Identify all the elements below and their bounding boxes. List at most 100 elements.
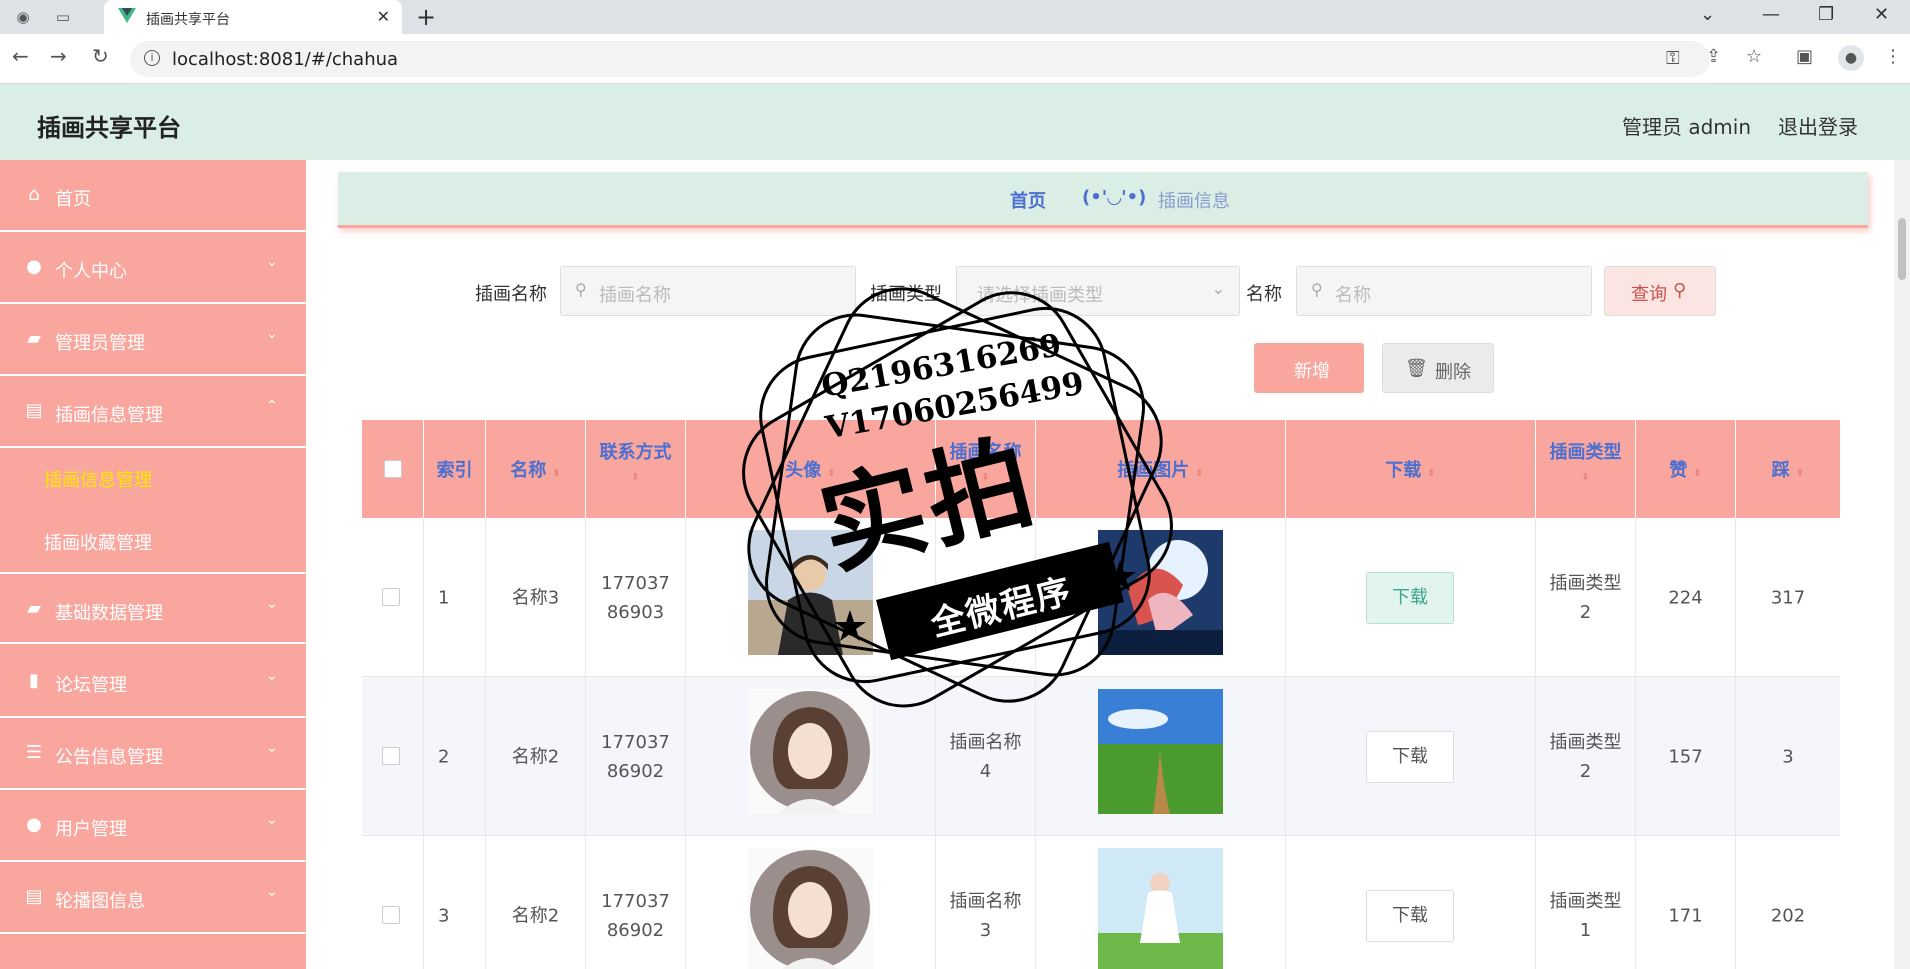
- url-field[interactable]: i localhost:8081/#/chahua ⚿: [130, 41, 1710, 77]
- name-value: 名称2: [511, 746, 560, 767]
- table-row[interactable]: 2 名称2 17703786902 插画名称4 下载 插画类型2 157 3: [362, 677, 1840, 836]
- sidebar-item-base-data[interactable]: ▰ 基础数据管理 ⌄: [0, 572, 306, 644]
- delete-button-label: 删除: [1435, 362, 1471, 383]
- sidebar-item-illustration[interactable]: ▤ 插画信息管理 ⌃: [0, 376, 306, 448]
- back-icon[interactable]: ←: [12, 44, 29, 68]
- column-header-illustration-name[interactable]: 插画名称 ⬍: [936, 420, 1036, 518]
- cell-likes: 224: [1636, 518, 1736, 677]
- sort-icon[interactable]: ⬍: [552, 468, 560, 479]
- sidebar-item-forum[interactable]: ▮ 论坛管理 ⌄: [0, 646, 306, 718]
- sidebar-item-label: 轮播图信息: [55, 891, 145, 912]
- sidebar-item-personal-center[interactable]: ● 个人中心 ⌄: [0, 232, 306, 304]
- avatar-image: [748, 530, 873, 655]
- type-value: 插画类型2: [1549, 731, 1622, 782]
- illustration-name-value: 插画名称: [949, 587, 1022, 608]
- download-button[interactable]: 下载: [1366, 890, 1454, 942]
- cell-index: 1: [424, 518, 486, 677]
- menu-icon[interactable]: ⋮: [1884, 46, 1902, 67]
- column-header-type[interactable]: 插画类型 ⬍: [1536, 420, 1636, 518]
- column-header-phone[interactable]: 联系方式 ⬍: [586, 420, 686, 518]
- bar-chart-icon: ▮: [29, 670, 39, 691]
- download-button[interactable]: 下载: [1366, 572, 1454, 624]
- name-input[interactable]: ⚲ 名称: [1296, 266, 1592, 316]
- column-header-avatar[interactable]: 头像 ⬍: [686, 420, 936, 518]
- illustration-image: [1098, 848, 1223, 969]
- scrollbar-thumb[interactable]: [1898, 218, 1906, 280]
- page-scrollbar[interactable]: [1894, 160, 1910, 969]
- star-icon[interactable]: ☆: [1746, 46, 1762, 67]
- sidebar-item-home[interactable]: ⌂ 首页: [0, 160, 306, 232]
- column-header-illustration-image[interactable]: 插画图片 ⬍: [1036, 420, 1286, 518]
- row-checkbox[interactable]: [382, 906, 400, 924]
- sort-icon[interactable]: ⬍: [586, 472, 685, 483]
- share-icon[interactable]: ⇪: [1706, 46, 1721, 67]
- column-header-name[interactable]: 名称 ⬍: [486, 420, 586, 518]
- window-close-icon[interactable]: ✕: [1874, 4, 1889, 25]
- sidebar-item-users[interactable]: ● 用户管理 ⌄: [0, 790, 306, 862]
- sidebar-subitem-illustration-info[interactable]: 插画信息管理: [0, 446, 306, 509]
- chevron-down-icon: ⌄: [266, 668, 278, 684]
- sidebar-subitem-illustration-favorites[interactable]: 插画收藏管理: [0, 509, 306, 572]
- site-info-icon[interactable]: i: [144, 50, 160, 66]
- add-button[interactable]: 新增: [1254, 343, 1364, 393]
- row-checkbox[interactable]: [382, 747, 400, 765]
- new-tab-icon[interactable]: +: [416, 3, 436, 31]
- column-header-label: 头像: [785, 460, 822, 481]
- sidebar-item-notice[interactable]: ☰ 公告信息管理 ⌄: [0, 718, 306, 790]
- avatar-image: [748, 689, 873, 814]
- sidebar-item-label: 基础数据管理: [55, 603, 163, 624]
- illustration-name-input[interactable]: ⚲ 插画名称: [560, 266, 856, 316]
- browser-tab[interactable]: 插画共享平台 ✕: [104, 0, 402, 34]
- download-button[interactable]: 下载: [1366, 731, 1454, 783]
- column-header-likes[interactable]: 赞 ⬍: [1636, 420, 1736, 518]
- sort-icon[interactable]: ⬍: [1195, 468, 1203, 479]
- sidebar-panel-icon[interactable]: ▣: [1796, 46, 1813, 67]
- cell-download: 下载: [1286, 836, 1536, 969]
- cell-phone: 17703786902: [586, 677, 686, 836]
- search-icon: ⚲: [1673, 280, 1687, 301]
- cell-select: [362, 677, 424, 836]
- column-header-label: 插画图片: [1117, 460, 1190, 481]
- breadcrumb-home[interactable]: 首页: [1010, 187, 1046, 213]
- table-row[interactable]: 3 名称2 17703786902 插画名称3 下载 插画类型1 171 202: [362, 836, 1840, 969]
- illustration-type-select[interactable]: 请选择插画类型 ⌄: [956, 266, 1240, 316]
- current-user: 管理员 admin: [1622, 115, 1752, 139]
- key-icon[interactable]: ⚿: [1666, 48, 1680, 69]
- sort-icon[interactable]: ⬍: [936, 472, 1035, 483]
- sort-icon[interactable]: ⬍: [1427, 468, 1435, 479]
- close-tab-icon[interactable]: ✕: [377, 7, 390, 26]
- profile-icon[interactable]: ●: [1838, 45, 1864, 71]
- tab-group-icon[interactable]: ▭: [52, 6, 74, 28]
- logout-link[interactable]: 退出登录: [1778, 111, 1858, 140]
- sort-icon[interactable]: ⬍: [827, 468, 835, 479]
- column-header-dislikes[interactable]: 踩 ⬍: [1736, 420, 1840, 518]
- sort-icon[interactable]: ⬍: [1796, 468, 1804, 479]
- query-button[interactable]: 查询 ⚲: [1604, 266, 1716, 316]
- chevron-down-icon: ⌄: [266, 254, 278, 270]
- restore-icon[interactable]: ❐: [1818, 4, 1834, 25]
- cell-illustration-name: 插画名称4: [936, 677, 1036, 836]
- column-header-index[interactable]: 索引: [424, 420, 486, 518]
- cell-likes: 157: [1636, 677, 1736, 836]
- sidebar-item-carousel[interactable]: ▤ 轮播图信息 ⌄: [0, 862, 306, 934]
- minimize-icon[interactable]: —: [1762, 4, 1780, 25]
- sidebar-item-label: 个人中心: [55, 261, 127, 282]
- input-placeholder: 名称: [1335, 285, 1371, 306]
- sort-icon[interactable]: ⬍: [1536, 472, 1635, 483]
- delete-button[interactable]: 🗑 删除: [1382, 343, 1494, 393]
- cell-likes: 171: [1636, 836, 1736, 969]
- app-header: 插画共享平台 管理员 admin 退出登录: [0, 84, 1910, 160]
- cell-download: 下载: [1286, 518, 1536, 677]
- illustration-image: [1098, 689, 1223, 814]
- column-header-download[interactable]: 下载 ⬍: [1286, 420, 1536, 518]
- globe-icon[interactable]: ◉: [12, 6, 34, 28]
- reload-icon[interactable]: ↻: [92, 44, 109, 68]
- forward-icon[interactable]: →: [50, 44, 67, 68]
- sort-icon[interactable]: ⬍: [1693, 468, 1701, 479]
- row-checkbox[interactable]: [382, 588, 400, 606]
- sidebar-item-admin[interactable]: ▰ 管理员管理 ⌄: [0, 304, 306, 376]
- phone-value: 17703786903: [601, 572, 670, 623]
- select-all-checkbox[interactable]: [384, 460, 402, 478]
- chevron-down-icon[interactable]: ⌄: [1700, 4, 1715, 25]
- table-row[interactable]: 1 名称3 17703786903 插画名称 下载 插画类型2 224 317: [362, 518, 1840, 677]
